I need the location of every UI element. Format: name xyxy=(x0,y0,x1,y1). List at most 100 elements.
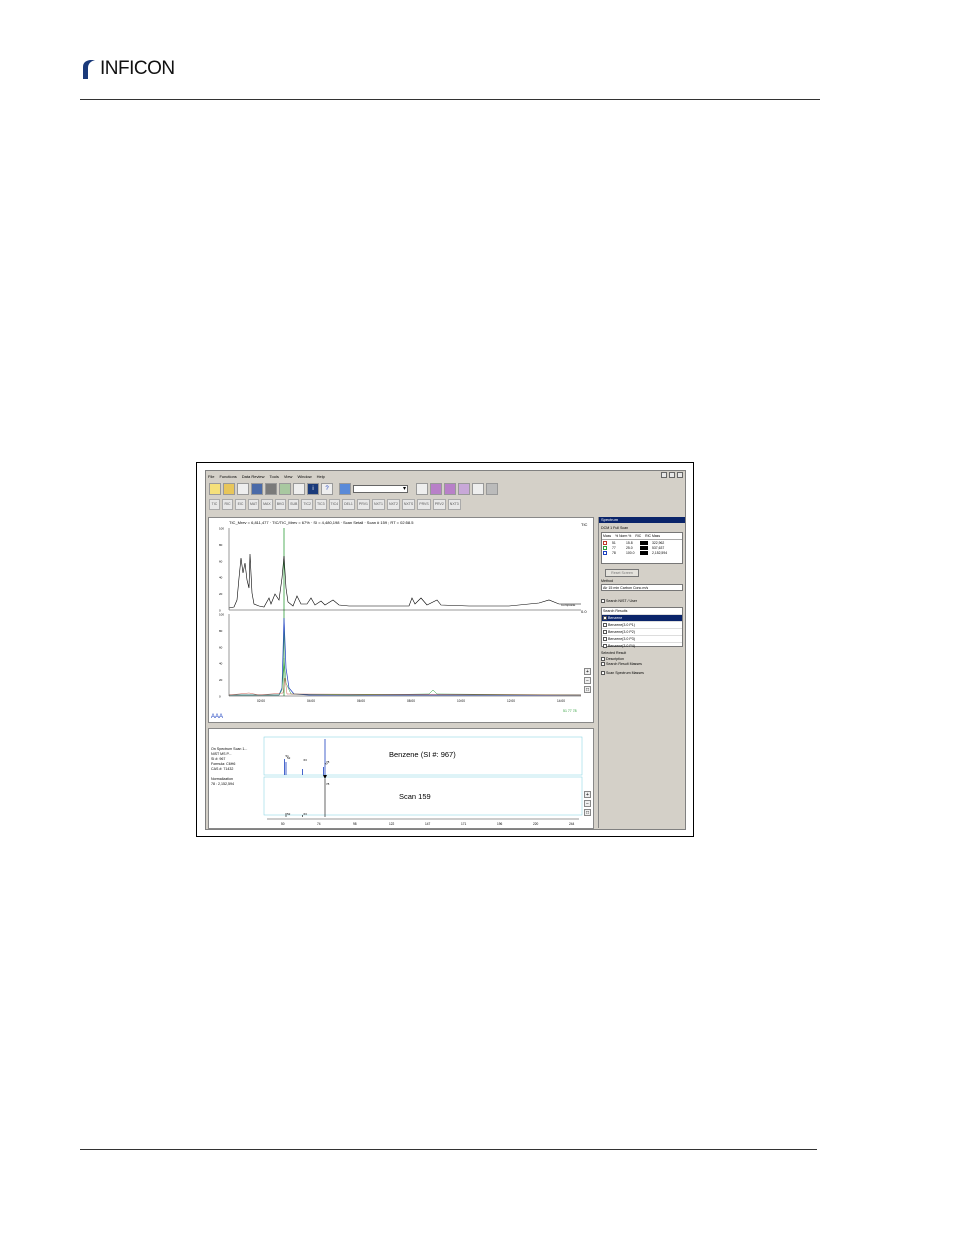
aaa-icon[interactable]: AAA xyxy=(211,714,223,720)
menu-item[interactable]: File xyxy=(208,474,214,479)
inficon-logo: INFICON xyxy=(80,58,175,80)
review-tool-button[interactable]: PRV2 xyxy=(432,498,446,510)
close-icon[interactable] xyxy=(677,472,683,478)
help-icon[interactable]: ? xyxy=(321,482,333,495)
wrench-icon[interactable] xyxy=(472,482,484,495)
review-tool-button[interactable]: MAX xyxy=(261,498,273,510)
library-peak-label: 77 xyxy=(325,762,329,766)
search-result-item[interactable]: Benzene(3.0 P3) xyxy=(602,635,682,642)
mass-table-header: Mass% Norm % RIC RIC Mass xyxy=(602,533,682,540)
mass-checkbox-icon[interactable] xyxy=(603,545,607,550)
maximize-icon[interactable] xyxy=(669,472,675,478)
save-icon[interactable] xyxy=(251,482,263,495)
zoom-in-icon[interactable]: + xyxy=(584,668,591,675)
search-nist-label: Search NIST / User xyxy=(606,599,638,603)
review-tool-button[interactable]: NXT3 xyxy=(447,498,461,510)
review-tool-button[interactable]: RIC xyxy=(222,498,233,510)
spectrum-x-tick: 98 xyxy=(353,822,357,826)
scan-spectrum-masses-label: Scan Spectrum Masses xyxy=(606,671,644,675)
menu-item[interactable]: Tools xyxy=(269,474,278,479)
review-tool-button[interactable]: SUB xyxy=(288,498,300,510)
result-checkbox-icon[interactable] xyxy=(603,623,607,628)
review-tool-button[interactable]: NXTS xyxy=(401,498,416,510)
menu-item[interactable]: View xyxy=(284,474,293,479)
x-tick-label: 08:00 xyxy=(407,699,415,703)
spectrum-zoom-out-icon[interactable]: − xyxy=(584,800,591,807)
result-checkbox-icon[interactable] xyxy=(603,630,607,635)
method-value: Air 15 min Carbon Conc.m/s xyxy=(603,586,649,590)
chrom-legend: 51 77 78 xyxy=(563,709,577,713)
mass-checkbox-icon[interactable] xyxy=(603,550,607,555)
search-nist-checkbox[interactable]: Search NIST / User xyxy=(601,599,638,604)
mass-table-cell: 322,962 xyxy=(652,540,665,545)
review-tool-button[interactable]: PRV1 xyxy=(356,498,370,510)
menu-item[interactable]: Window xyxy=(297,474,311,479)
pin-icon[interactable] xyxy=(416,482,428,495)
peak-view-icon[interactable] xyxy=(458,482,470,495)
disabled-tool-icon[interactable] xyxy=(486,482,498,495)
library-peak-label: 63 xyxy=(304,758,308,762)
screenshot-figure: File Functions Data Review Tools View Window H… xyxy=(196,462,694,837)
review-tool-button[interactable]: TIC3 xyxy=(314,498,327,510)
y-tick-label: 80 xyxy=(219,629,223,633)
properties-icon[interactable] xyxy=(237,482,249,495)
monitor-icon[interactable] xyxy=(339,482,351,495)
spectrum-view-icon[interactable] xyxy=(430,482,442,495)
zoom-out-icon[interactable]: − xyxy=(584,677,591,684)
tic-right-label: TIC xyxy=(581,522,588,527)
library-icon[interactable] xyxy=(265,482,277,495)
reset-screen-button[interactable]: Reset Screen xyxy=(605,569,639,577)
search-result-item[interactable]: Benzene(3.0 P2) xyxy=(602,628,682,635)
y-tick-label: 100 xyxy=(219,613,224,617)
method-field[interactable]: Air 15 min Carbon Conc.m/s xyxy=(601,584,683,591)
search-result-item[interactable]: Benzene xyxy=(602,614,682,621)
review-tool-button[interactable]: BKG xyxy=(274,498,287,510)
menu-item[interactable]: Functions xyxy=(219,474,236,479)
result-checkbox-icon[interactable] xyxy=(603,637,607,642)
result-checkbox-icon[interactable] xyxy=(603,616,607,621)
method-dropdown[interactable] xyxy=(353,484,408,493)
review-tool-button[interactable]: MAT xyxy=(248,498,260,510)
mass-table-row[interactable]: 78 100.0 2,152,594 xyxy=(602,550,682,555)
checkbox-icon xyxy=(601,657,605,662)
chromatogram-view-icon[interactable] xyxy=(444,482,456,495)
minimize-icon[interactable] xyxy=(661,472,667,478)
scan-spectrum-masses-checkbox[interactable]: Scan Spectrum Masses xyxy=(601,671,644,676)
checkbox-icon xyxy=(601,671,605,676)
mass-checkbox-icon[interactable] xyxy=(603,540,607,545)
review-tool-button[interactable]: TIC4 xyxy=(328,498,341,510)
review-tool-button[interactable]: NXT2 xyxy=(386,498,400,510)
zoom-reset-icon[interactable]: □ xyxy=(584,686,591,693)
mass-table-cell: 25.0 xyxy=(626,545,633,550)
print-icon[interactable] xyxy=(293,482,305,495)
main-toolbar: i ? xyxy=(209,482,498,495)
search-result-item[interactable]: Benzene(3.0 P4) xyxy=(602,642,682,649)
search-results-list: Search Results Benzene Benzene(3.0 P1) Benz… xyxy=(601,607,683,649)
search-result-label: Benzene(3.0 P1) xyxy=(608,623,635,627)
search-result-masses-checkbox[interactable]: Search Result Masses xyxy=(601,662,642,667)
selected-result-label: Selected Result xyxy=(601,651,627,655)
scan-peak-label: 63 xyxy=(304,812,308,816)
menu-item[interactable]: Data Review xyxy=(242,474,265,479)
menu-item[interactable]: Help xyxy=(317,474,325,479)
open-folder-icon[interactable] xyxy=(223,482,235,495)
x-tick-label: 06:00 xyxy=(357,699,365,703)
result-checkbox-icon[interactable] xyxy=(603,644,607,649)
scan-spectrum-title: Scan 159 xyxy=(399,792,431,801)
review-tool-button[interactable]: DEL1 xyxy=(342,498,355,510)
review-tool-button[interactable]: PRVS xyxy=(417,498,431,510)
application-window: File Functions Data Review Tools View Window H… xyxy=(205,470,686,830)
search-result-item[interactable]: Benzene(3.0 P1) xyxy=(602,621,682,628)
mass-table-col: % Norm % xyxy=(615,534,632,538)
spectrum-zoom-in-icon[interactable]: + xyxy=(584,791,591,798)
spectrum-zoom-reset-icon[interactable]: □ xyxy=(584,809,591,816)
new-file-icon[interactable] xyxy=(209,482,221,495)
review-tool-button[interactable]: TIC2 xyxy=(301,498,313,510)
review-tool-button[interactable]: EIC xyxy=(235,498,246,510)
description-checkbox[interactable]: Description xyxy=(601,657,624,662)
export-icon[interactable] xyxy=(279,482,291,495)
x-tick-label: 04:00 xyxy=(307,699,315,703)
review-tool-button[interactable]: TIC xyxy=(209,498,220,510)
review-tool-button[interactable]: NXT1 xyxy=(371,498,385,510)
info-icon[interactable]: i xyxy=(307,482,319,495)
